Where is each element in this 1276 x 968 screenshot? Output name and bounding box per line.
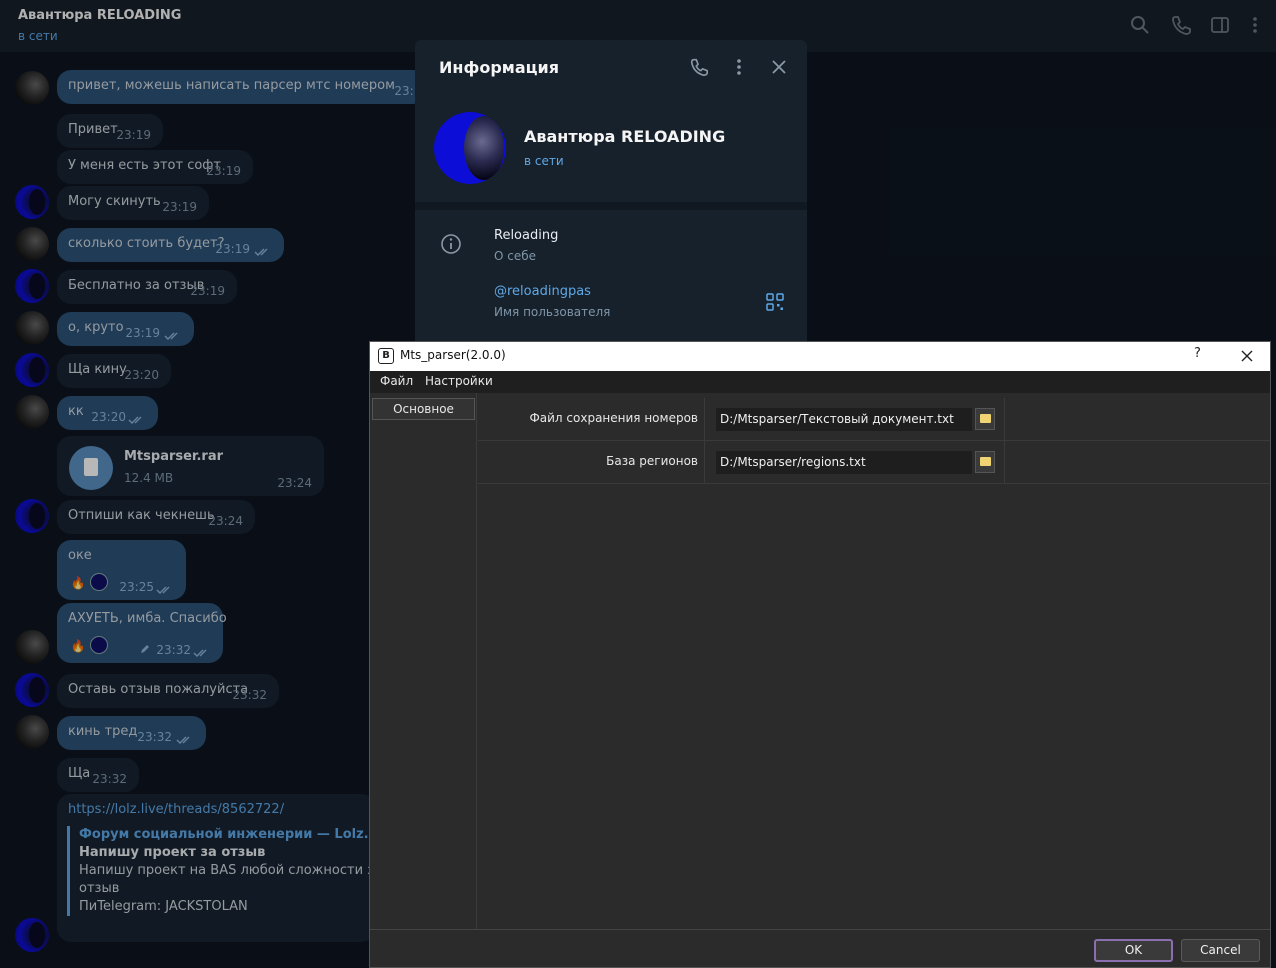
- divider: [415, 202, 807, 210]
- ok-button[interactable]: OK: [1094, 939, 1173, 962]
- regions-db-label: База регионов: [606, 454, 698, 468]
- more-vertical-icon[interactable]: [729, 57, 749, 77]
- message-bubble[interactable]: привет, можешь написать парсер мтс номер…: [57, 70, 429, 104]
- avatar[interactable]: [15, 673, 49, 707]
- avatar[interactable]: [15, 353, 49, 387]
- file-icon[interactable]: [69, 446, 113, 490]
- avatar[interactable]: [15, 185, 49, 219]
- avatar[interactable]: [15, 395, 49, 429]
- avatar[interactable]: [15, 227, 49, 261]
- file-message[interactable]: Mtsparser.rar 12.4 MB 23:24: [57, 436, 324, 496]
- menubar: Файл Настройки: [370, 371, 1270, 393]
- message-bubble[interactable]: кинь тред 23:32: [57, 716, 206, 750]
- regions-db-input[interactable]: D:/Mtsparser/regions.txt: [716, 451, 972, 474]
- tab-panel: Основное: [370, 393, 477, 929]
- link-description: Напишу проект на BAS любой сложности за: [79, 863, 383, 878]
- fire-reaction-icon[interactable]: 🔥: [69, 637, 87, 655]
- browse-folder-icon[interactable]: [975, 451, 995, 473]
- mts-parser-dialog: B Mts_parser(2.0.0) ? Файл Настройки Осн…: [369, 341, 1271, 968]
- read-ticks-icon: [128, 414, 146, 424]
- avatar-reaction[interactable]: [90, 636, 108, 654]
- close-icon[interactable]: [1238, 347, 1256, 365]
- avatar[interactable]: [15, 269, 49, 303]
- bio-label: О себе: [494, 249, 537, 263]
- read-ticks-icon: [193, 647, 211, 657]
- info-icon: [440, 233, 462, 255]
- save-file-label: Файл сохранения номеров: [529, 411, 698, 425]
- message-bubble[interactable]: оке 🔥 23:25: [57, 540, 186, 600]
- info-panel: Информация Авантюра RELOADING в сети Rel…: [415, 40, 807, 342]
- link-title: Напишу проект за отзыв: [79, 845, 266, 860]
- link-site: Форум социальной инженерии — Lolz.live..…: [79, 827, 372, 842]
- avatar[interactable]: [15, 715, 49, 749]
- avatar-reaction[interactable]: [90, 573, 108, 591]
- save-file-input[interactable]: D:/Mtsparser/Текстовый документ.txt: [716, 408, 972, 431]
- fire-reaction-icon[interactable]: 🔥: [69, 574, 87, 592]
- dialog-titlebar[interactable]: B Mts_parser(2.0.0) ?: [370, 342, 1270, 371]
- message-bubble[interactable]: кк 23:20: [57, 396, 158, 430]
- read-ticks-icon: [164, 330, 182, 340]
- avatar[interactable]: [15, 71, 49, 105]
- read-ticks-icon: [176, 734, 194, 744]
- menu-file[interactable]: Файл: [380, 374, 413, 388]
- profile-name: Авантюра RELOADING: [524, 127, 726, 146]
- message-bubble[interactable]: Могу скинуть 23:19: [57, 186, 209, 220]
- phone-icon[interactable]: [689, 57, 709, 77]
- phone-icon[interactable]: [1170, 14, 1192, 36]
- read-ticks-icon: [254, 246, 272, 256]
- username-label: Имя пользователя: [494, 305, 611, 319]
- read-ticks-icon: [156, 584, 174, 594]
- chat-status: в сети: [18, 29, 58, 43]
- avatar[interactable]: [15, 499, 49, 533]
- qr-code-icon[interactable]: [766, 293, 784, 311]
- link-description: отзыв: [79, 881, 120, 896]
- browse-folder-icon[interactable]: [975, 408, 995, 430]
- sidebar-toggle-icon[interactable]: [1209, 14, 1231, 36]
- message-bubble[interactable]: У меня есть этот софт 23:19: [57, 150, 253, 184]
- message-bubble[interactable]: Отпиши как чекнешь 23:24: [57, 500, 255, 534]
- link-preview[interactable]: Форум социальной инженерии — Lolz.live..…: [67, 826, 383, 916]
- settings-row: Файл сохранения номеров D:/Mtsparser/Тек…: [478, 398, 1270, 441]
- file-size: 12.4 MB: [124, 471, 174, 485]
- avatar[interactable]: [15, 311, 49, 345]
- message-bubble[interactable]: Бесплатно за отзыв 23:19: [57, 270, 237, 304]
- file-name: Mtsparser.rar: [124, 449, 224, 464]
- message-bubble[interactable]: Ща кину 23:20: [57, 354, 171, 388]
- bio-text[interactable]: Reloading: [494, 228, 558, 243]
- dialog-title: Mts_parser(2.0.0): [400, 348, 506, 362]
- message-bubble[interactable]: о, круто 23:19: [57, 312, 194, 346]
- message-bubble[interactable]: сколько стоить будет? 23:19: [57, 228, 284, 262]
- profile-avatar[interactable]: [434, 112, 506, 184]
- message-bubble[interactable]: Ща 23:32: [57, 758, 139, 792]
- more-vertical-icon[interactable]: [1244, 14, 1266, 36]
- tab-main[interactable]: Основное: [372, 398, 475, 420]
- avatar[interactable]: [15, 918, 49, 952]
- info-title: Информация: [439, 58, 559, 77]
- menu-settings[interactable]: Настройки: [425, 374, 493, 388]
- message-bubble[interactable]: АХУЕТЬ, имба. Спасибо 🔥 23:32: [57, 603, 227, 663]
- chat-title: Авантюра RELOADING: [18, 8, 182, 23]
- dialog-footer: OK Cancel: [370, 929, 1270, 967]
- avatar[interactable]: [15, 630, 49, 664]
- edited-pencil-icon: [139, 643, 151, 655]
- message-bubble[interactable]: Привет 23:19: [57, 114, 163, 148]
- settings-form: Файл сохранения номеров D:/Mtsparser/Тек…: [478, 393, 1270, 929]
- close-icon[interactable]: [769, 57, 789, 77]
- username-link[interactable]: @reloadingpas: [494, 284, 591, 299]
- link-url[interactable]: https://lolz.live/threads/8562722/: [68, 802, 284, 817]
- profile-status: в сети: [524, 154, 564, 168]
- link-description: ПиTelegram: JACKSTOLAN: [79, 899, 248, 914]
- help-button[interactable]: ?: [1194, 346, 1201, 361]
- app-icon: B: [378, 348, 394, 364]
- message-bubble[interactable]: Оставь отзыв пожалуйста 23:32: [57, 674, 279, 708]
- cancel-button[interactable]: Cancel: [1181, 939, 1260, 962]
- search-icon[interactable]: [1129, 14, 1151, 36]
- settings-row: База регионов D:/Mtsparser/regions.txt: [478, 441, 1270, 484]
